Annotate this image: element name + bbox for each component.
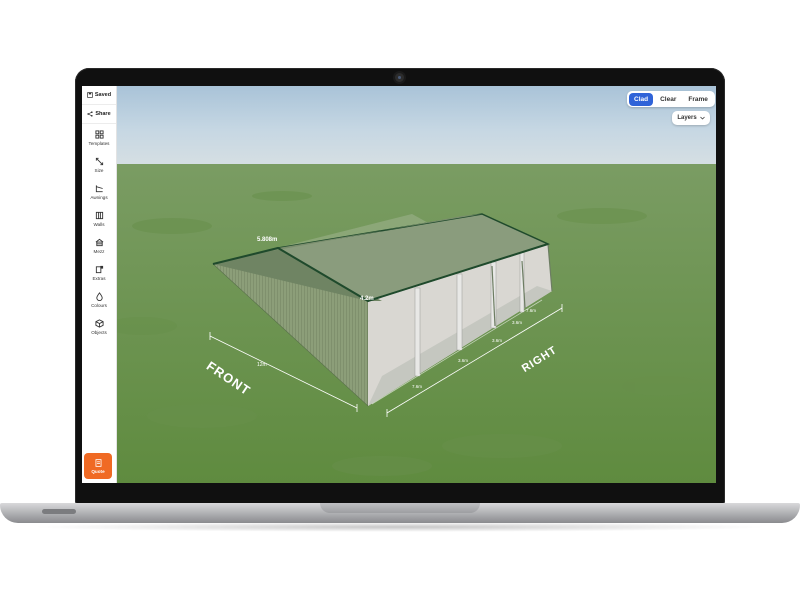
sidebar-item-label: Colours xyxy=(91,302,107,308)
chevron-down-icon xyxy=(699,116,705,120)
extras-icon xyxy=(95,265,103,273)
laptop-notch xyxy=(320,503,480,513)
saved-label: Saved xyxy=(94,92,112,98)
resize-icon xyxy=(95,157,103,165)
sidebar-item-size[interactable]: Size xyxy=(82,151,116,178)
laptop-shadow xyxy=(30,522,770,532)
tab-clear[interactable]: Clear xyxy=(655,93,681,106)
grid-icon xyxy=(94,129,104,139)
laptop-port xyxy=(42,509,76,514)
roof-span-label: 5.808m xyxy=(257,237,277,243)
bay-4-label: 3.6m xyxy=(512,320,522,325)
document-icon xyxy=(95,458,101,467)
saved-status[interactable]: Saved xyxy=(82,86,116,105)
mezzanine-icon xyxy=(95,238,103,246)
tab-frame[interactable]: Frame xyxy=(683,93,713,106)
layers-label: Layers xyxy=(677,115,697,121)
sidebar-item-templates[interactable]: Templates xyxy=(82,124,116,151)
droplet-icon xyxy=(95,291,103,301)
3d-viewport[interactable]: FRONT RIGHT 12m 5.808m 4.2m 7.6m 3.6m 3.… xyxy=(82,86,716,483)
share-button[interactable]: Share xyxy=(82,105,116,124)
sidebar-item-mezz[interactable]: Mezz xyxy=(82,232,116,259)
bay-3-label: 3.6m xyxy=(492,338,502,343)
sidebar-item-label: Mezz xyxy=(93,248,105,254)
sidebar-item-colours[interactable]: Colours xyxy=(82,286,116,313)
sidebar-item-extras[interactable]: Extras xyxy=(82,259,116,286)
cube-icon xyxy=(94,318,104,328)
app-screen: FRONT RIGHT 12m 5.808m 4.2m 7.6m 3.6m 3.… xyxy=(82,86,716,483)
front-width-label: 12m xyxy=(257,362,267,368)
sidebar-item-label: Walls xyxy=(93,221,105,227)
save-icon xyxy=(87,92,93,98)
sidebar-item-objects[interactable]: Objects xyxy=(82,313,116,340)
wall-height-label: 4.2m xyxy=(360,296,374,302)
sidebar-item-label: Extras xyxy=(92,275,106,281)
sidebar-item-label: Templates xyxy=(88,140,110,146)
camera xyxy=(395,73,404,82)
bay-1-label: 7.6m xyxy=(412,384,422,389)
tab-clad[interactable]: Clad xyxy=(629,92,654,106)
sidebar-item-label: Awnings xyxy=(90,194,108,200)
sidebar-item-label: Size xyxy=(94,167,104,173)
awning-icon xyxy=(95,184,103,192)
sidebar-item-awnings[interactable]: Awnings xyxy=(82,178,116,205)
sidebar-item-walls[interactable]: Walls xyxy=(82,205,116,232)
share-icon xyxy=(87,111,93,117)
bay-2-label: 3.6m xyxy=(458,358,468,363)
bay-5-label: 7.6m xyxy=(526,308,536,313)
sidebar-item-label: Objects xyxy=(91,329,107,335)
view-mode-switch: Clad Clear Frame xyxy=(627,91,715,107)
walls-icon xyxy=(95,211,103,219)
share-label: Share xyxy=(95,111,111,117)
layers-dropdown[interactable]: Layers xyxy=(672,111,710,125)
left-toolbar: Saved Share Templates Size Awnings Walls… xyxy=(82,86,117,483)
quote-button[interactable]: Quote xyxy=(84,453,112,479)
quote-label: Quote xyxy=(91,468,105,474)
